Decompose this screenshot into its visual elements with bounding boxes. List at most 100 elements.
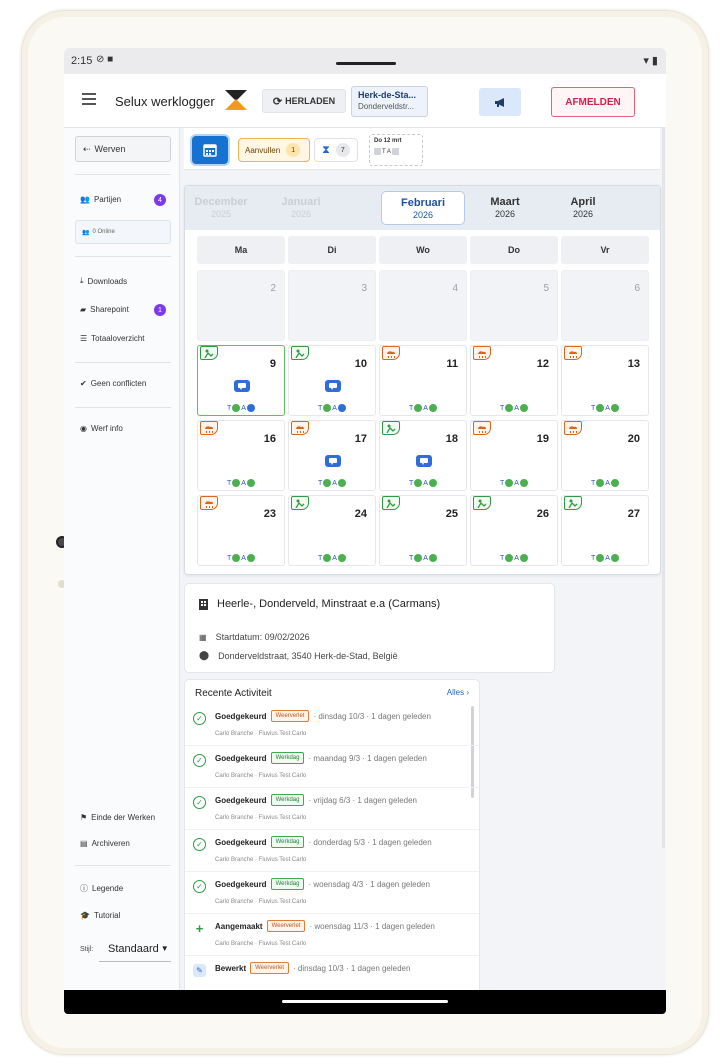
logout-button[interactable]: AFMELDEN bbox=[551, 87, 635, 117]
calendar-day[interactable]: 6 bbox=[561, 270, 649, 341]
month-tab[interactable]: M2 bbox=[623, 191, 660, 225]
calendar-day[interactable]: 24 T A bbox=[288, 495, 376, 566]
calendar-day[interactable]: 16 T A bbox=[197, 420, 285, 491]
activity-user: Carlo Branche · Fluvius Test Carlo bbox=[215, 815, 307, 821]
day-status: TA bbox=[562, 404, 648, 412]
calendar-day[interactable]: 12 T A bbox=[470, 345, 558, 416]
calendar-day[interactable]: 2 bbox=[197, 270, 285, 341]
sidebar-item-archiveren[interactable]: ▤ Archiveren bbox=[80, 839, 130, 848]
activity-row[interactable]: ✓ Goedgekeurd Weerverlet · dinsdag 10/3 · 1… bbox=[185, 704, 479, 746]
info-icon: ⓘ bbox=[80, 884, 88, 893]
sidebar-item-tutorial[interactable]: 🎓 Tutorial bbox=[80, 911, 120, 920]
weather-icon bbox=[291, 421, 309, 435]
day-status: TA bbox=[198, 479, 284, 487]
divider bbox=[75, 407, 171, 408]
activity-row[interactable]: + Aangemaakt Weerverlet · woensdag 11/3 · 1… bbox=[185, 914, 479, 956]
activity-row[interactable]: ✓ Goedgekeurd Werkdag · donderdag 5/3 · 1 d… bbox=[185, 830, 479, 872]
comment-icon[interactable] bbox=[416, 455, 432, 467]
online-users: 👥 0 Online bbox=[75, 220, 171, 244]
activity-user: Carlo Branche · Fluvius Test Carlo bbox=[215, 731, 307, 737]
activity-row[interactable]: ✓ Goedgekeurd Werkdag · vrijdag 6/3 · 1 dag… bbox=[185, 788, 479, 830]
month-tab[interactable]: December 2025 bbox=[185, 191, 263, 225]
sidebar-item-downloads[interactable]: ⤓ Downloads bbox=[80, 276, 127, 286]
stijl-select[interactable]: Standaard ▼ bbox=[99, 936, 171, 962]
comment-icon[interactable] bbox=[234, 380, 250, 392]
sidebar-item-totaaloverzicht[interactable]: ☰ Totaaloverzicht bbox=[80, 334, 145, 343]
calendar-day[interactable]: 26 T A bbox=[470, 495, 558, 566]
calendar-day[interactable]: 13 T A bbox=[561, 345, 649, 416]
weekday-header: Ma bbox=[197, 236, 285, 264]
month-tab[interactable]: Maart 2026 bbox=[463, 191, 547, 225]
sidebar-item-partijen[interactable]: 👥 Partijen bbox=[80, 195, 121, 204]
status-dot bbox=[337, 554, 346, 562]
calendar-day[interactable]: 9TA bbox=[197, 345, 285, 416]
status-dot bbox=[391, 148, 399, 155]
month-bar: December 2025 Januari 2026 Februari 2026 Maart… bbox=[185, 186, 660, 230]
site-info-card: Heerle-, Donderveld, Minstraat e.a (Carm… bbox=[184, 583, 555, 673]
pending-button[interactable]: ⧗ 7 bbox=[314, 138, 358, 162]
home-bar[interactable] bbox=[282, 1000, 448, 1003]
people-icon: 👥 bbox=[80, 195, 90, 204]
status-a: A bbox=[332, 479, 337, 487]
dnd-icon: ⊘ ■ bbox=[96, 54, 114, 65]
sidebar-item-legende[interactable]: ⓘ Legende bbox=[80, 883, 123, 894]
calendar-view-button[interactable] bbox=[192, 136, 228, 164]
status-a: A bbox=[423, 404, 428, 412]
status-a: A bbox=[605, 479, 610, 487]
calendar-day[interactable]: 10 T A bbox=[288, 345, 376, 416]
month-tab[interactable]: Februari 2026 bbox=[381, 191, 465, 225]
month-tab[interactable]: Januari 2026 bbox=[259, 191, 343, 225]
sidebar-item-sharepoint[interactable]: ▰ Sharepoint bbox=[80, 305, 129, 314]
aanvullen-button[interactable]: Aanvullen 1 bbox=[238, 138, 310, 162]
month-tab[interactable]: April 2026 bbox=[541, 191, 625, 225]
status-t: T bbox=[409, 404, 414, 412]
status-dot bbox=[596, 479, 605, 487]
status-t: T bbox=[227, 554, 232, 562]
announcement-button[interactable] bbox=[479, 88, 521, 116]
download-icon: ⤓ bbox=[80, 276, 84, 285]
calendar-day[interactable]: 5 bbox=[470, 270, 558, 341]
sidebar-werven-button[interactable]: ⇠ Werven bbox=[75, 136, 171, 162]
status-dot bbox=[519, 554, 528, 562]
activity-title: Recente Activiteit bbox=[195, 688, 272, 699]
day-number: 27 bbox=[627, 508, 640, 520]
calendar-day[interactable]: 25 T A bbox=[379, 495, 467, 566]
page-scrollbar[interactable] bbox=[662, 128, 665, 848]
calendar-day[interactable]: 3 bbox=[288, 270, 376, 341]
comment-icon[interactable] bbox=[325, 380, 341, 392]
flag-icon: ⚑ bbox=[80, 813, 88, 822]
menu-icon[interactable] bbox=[82, 93, 96, 105]
refresh-icon: ⟳ bbox=[272, 95, 283, 108]
sidebar-item-werfinfo[interactable]: ◉ Werf info bbox=[80, 424, 123, 433]
weather-icon bbox=[564, 421, 582, 435]
day-number: 13 bbox=[627, 358, 640, 370]
calendar-day[interactable]: 18 T A bbox=[379, 420, 467, 491]
weekday-header: Do bbox=[470, 236, 558, 264]
activity-all-link[interactable]: Alles › bbox=[447, 688, 469, 697]
weather-icon bbox=[473, 421, 491, 435]
date-chip[interactable]: Do 12 mrt T A bbox=[369, 134, 423, 166]
sidebar-item-conflicten[interactable]: ✔ Geen conflicten bbox=[80, 379, 146, 388]
calendar-day[interactable]: 23 T A bbox=[197, 495, 285, 566]
system-nav-bar bbox=[64, 990, 666, 1014]
wifi-battery-icon: ▾ ▮ bbox=[643, 55, 658, 67]
site-selector[interactable]: Herk-de-Sta... Donderveldstr... bbox=[351, 86, 428, 117]
megaphone-icon bbox=[495, 97, 504, 107]
calendar-day[interactable]: 19 T A bbox=[470, 420, 558, 491]
comment-icon[interactable] bbox=[325, 455, 341, 467]
status-dot bbox=[414, 404, 423, 412]
graduation-icon: 🎓 bbox=[80, 911, 90, 920]
calendar-day[interactable]: 11 T A bbox=[379, 345, 467, 416]
activity-user: Carlo Branche · Fluvius Test Carlo bbox=[215, 941, 307, 947]
reload-button[interactable]: ⟳ HERLADEN bbox=[262, 89, 346, 113]
calendar-day[interactable]: 17 T A bbox=[288, 420, 376, 491]
sidebar-item-einde[interactable]: ⚑ Einde der Werken bbox=[80, 813, 155, 822]
check-circle-icon: ✔ bbox=[80, 379, 87, 388]
activity-row[interactable]: ✓ Goedgekeurd Werkdag · maandag 9/3 · 1 dag… bbox=[185, 746, 479, 788]
activity-row[interactable]: ✓ Goedgekeurd Werkdag · woensdag 4/3 · 1 da… bbox=[185, 872, 479, 914]
calendar-day[interactable]: 27 T A bbox=[561, 495, 649, 566]
selux-logo bbox=[225, 90, 247, 110]
archive-icon: ▤ bbox=[80, 839, 88, 848]
calendar-day[interactable]: 20 T A bbox=[561, 420, 649, 491]
calendar-day[interactable]: 4 bbox=[379, 270, 467, 341]
